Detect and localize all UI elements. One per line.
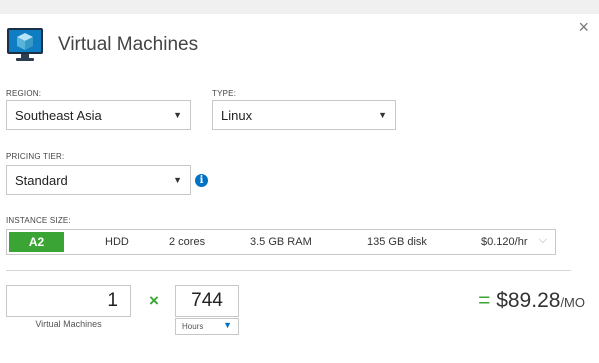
monthly-total: = $89.28/MO: [478, 289, 585, 313]
chevron-down-icon: ▼: [223, 320, 232, 330]
chevron-down-icon: ▼: [173, 110, 182, 120]
pricing-tier-select[interactable]: Standard ▼: [6, 165, 191, 195]
instance-size-select[interactable]: A2 HDD 2 cores 3.5 GB RAM 135 GB disk $0…: [6, 229, 556, 255]
dialog-header: Virtual Machines: [6, 26, 198, 64]
vm-quantity-label: Virtual Machines: [35, 319, 102, 329]
chevron-down-icon: ⌵: [538, 234, 547, 246]
chevron-down-icon: ▼: [173, 175, 182, 185]
region-select[interactable]: Southeast Asia ▼: [6, 100, 191, 130]
close-icon[interactable]: ×: [578, 18, 589, 36]
info-icon[interactable]: i: [195, 174, 208, 187]
instance-cores: 2 cores: [169, 236, 206, 248]
total-period: /MO: [560, 295, 585, 310]
equals-sign: =: [478, 289, 491, 312]
type-select[interactable]: Linux ▼: [212, 100, 396, 130]
page-title: Virtual Machines: [58, 34, 199, 55]
instance-price: $0.120/hr: [481, 236, 528, 248]
duration-unit-select[interactable]: Hours ▼: [175, 318, 239, 335]
type-label: TYPE:: [212, 89, 237, 98]
pricing-dialog: × Virtual Machines REGION: Southeast Asi…: [0, 14, 599, 363]
hours-value: 744: [191, 290, 223, 311]
total-amount: $89.28: [496, 289, 561, 312]
region-value: Southeast Asia: [15, 107, 102, 123]
instance-ram: 3.5 GB RAM: [250, 236, 312, 248]
instance-disk: 135 GB disk: [367, 236, 427, 248]
region-label: REGION:: [6, 89, 42, 98]
type-value: Linux: [221, 107, 253, 123]
pricing-tier-label: PRICING TIER:: [6, 152, 65, 161]
virtual-machine-monitor-icon: [7, 28, 43, 61]
divider: [6, 270, 571, 271]
instance-name-badge: A2: [9, 232, 64, 252]
vm-quantity-value: 1: [107, 290, 118, 311]
duration-unit-value: Hours: [182, 322, 204, 331]
instance-size-label: INSTANCE SIZE:: [6, 216, 71, 225]
hours-input[interactable]: 744: [175, 285, 239, 317]
multiply-icon: ×: [149, 291, 159, 310]
vm-quantity-input[interactable]: 1: [6, 285, 131, 317]
chevron-down-icon: ▼: [378, 110, 387, 120]
pricing-tier-value: Standard: [15, 172, 68, 188]
instance-storage: HDD: [105, 236, 129, 248]
